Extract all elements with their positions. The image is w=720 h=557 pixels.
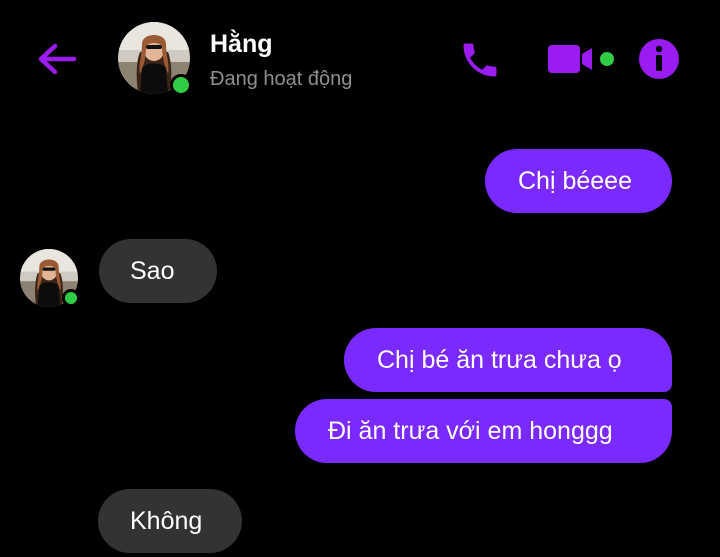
incoming-message[interactable]: Không [98,489,242,553]
info-button[interactable] [638,38,680,80]
outgoing-message[interactable]: Chị bé ăn trưa chưa ọ [344,328,672,392]
video-call-button[interactable] [546,40,616,78]
arrow-left-icon [38,43,77,75]
info-icon [639,39,679,79]
incoming-message[interactable]: Sao [99,239,217,303]
contact-name[interactable]: Hằng [210,30,273,59]
outgoing-message[interactable]: Chị béeee [485,149,672,213]
online-indicator [170,74,192,96]
contact-avatar[interactable] [118,22,192,96]
video-camera-icon [548,45,614,73]
back-button[interactable] [36,38,78,80]
online-indicator [62,289,80,307]
phone-icon [463,43,497,77]
call-button[interactable] [458,38,502,82]
outgoing-message[interactable]: Đi ăn trưa với em honggg [295,399,672,463]
contact-status: Đang hoạt động [210,68,353,90]
contact-avatar-small [20,249,80,307]
